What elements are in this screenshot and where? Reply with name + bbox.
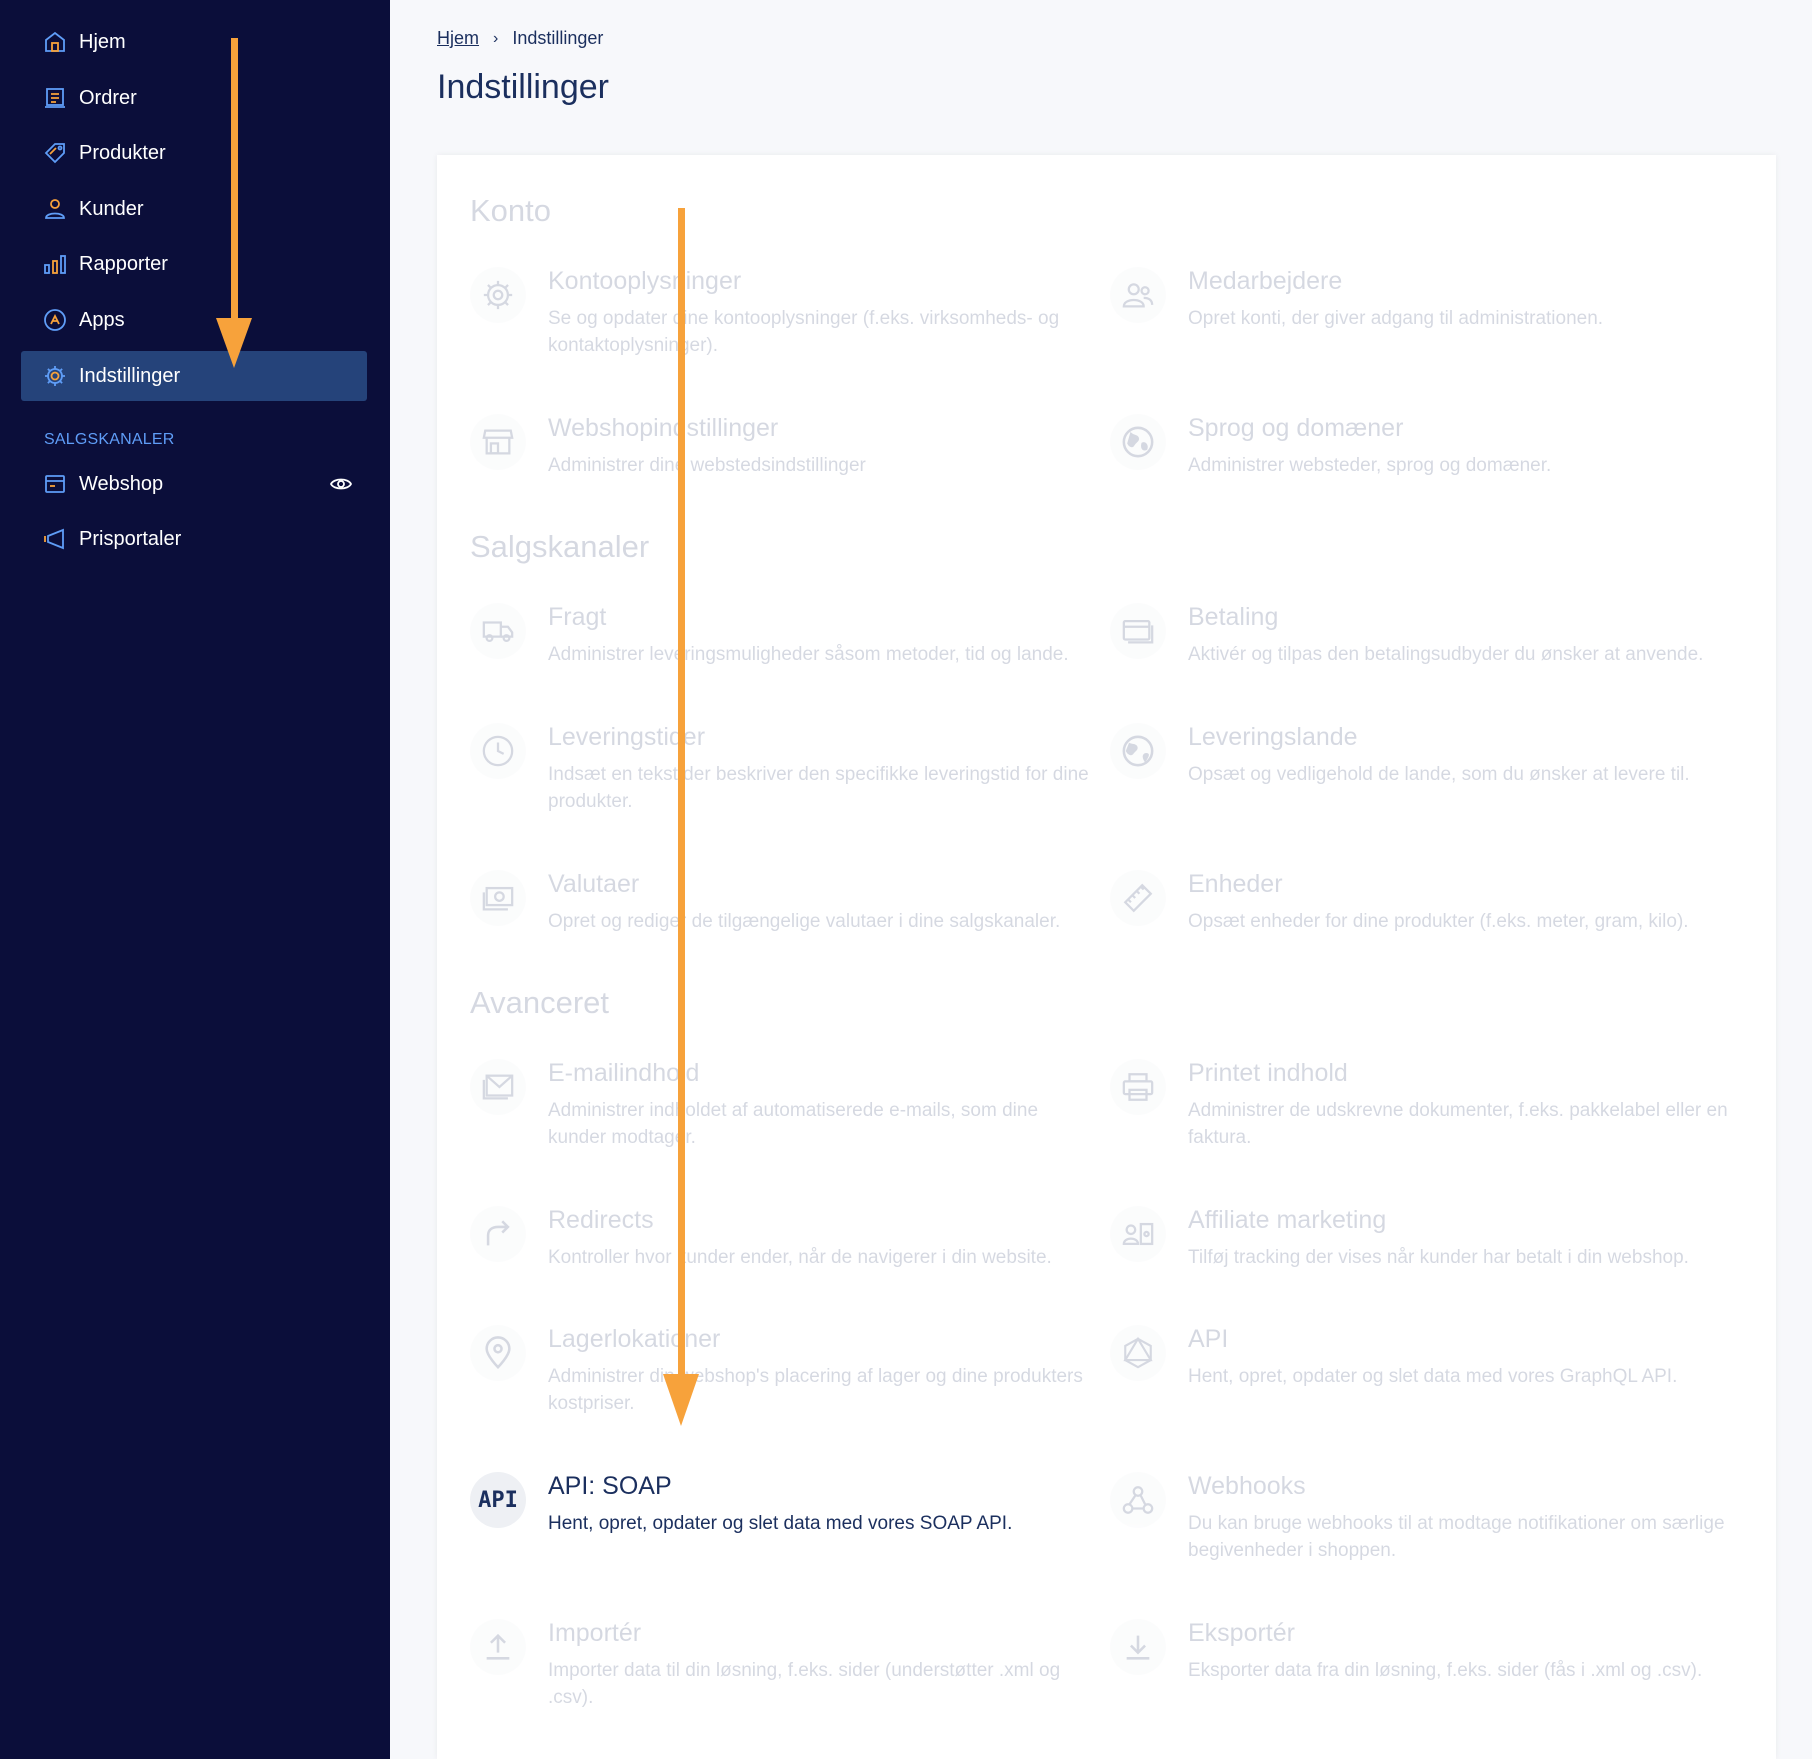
sidebar-item-hjem[interactable]: Hjem: [21, 17, 367, 67]
item-title: Fragt: [548, 603, 607, 631]
item-description: Indsæt en tekst der beskriver den specif…: [548, 764, 1089, 812]
sidebar-item-label: Webshop: [79, 472, 164, 495]
annotation-arrow-sidebar: [216, 38, 252, 368]
section-title-avanceret: Avanceret: [470, 985, 610, 1020]
item-title: Valutaer: [548, 870, 640, 898]
affiliate-icon: [1110, 1206, 1166, 1262]
item-description: Administrer leveringsmuligheder såsom me…: [548, 644, 1069, 665]
sidebar-section-label: SALGSKANALER: [44, 431, 175, 448]
megaphone-icon: [43, 527, 67, 551]
clock-icon: [470, 723, 526, 779]
store-icon: [470, 414, 526, 470]
truck-icon: [470, 603, 526, 659]
item-title: Sprog og domæner: [1188, 414, 1404, 442]
gear-icon: [43, 364, 67, 388]
sidebar-item-produkter[interactable]: Produkter: [21, 128, 367, 178]
sidebar-item-kunder[interactable]: Kunder: [21, 184, 367, 234]
printer-icon: [1110, 1059, 1166, 1115]
sidebar-item-label: Produkter: [79, 141, 166, 164]
card-icon: [1110, 603, 1166, 659]
redirect-icon: [470, 1206, 526, 1262]
sidebar-item-webshop[interactable]: Webshop: [21, 459, 367, 509]
item-title: Enheder: [1188, 870, 1283, 898]
item-title: Eksportér: [1188, 1619, 1295, 1647]
webshop-icon: [43, 472, 67, 496]
globe-icon: [1110, 414, 1166, 470]
sidebar-item-apps[interactable]: Apps: [21, 295, 367, 345]
item-title: API: [1188, 1325, 1229, 1353]
sidebar-item-indstillinger[interactable]: Indstillinger: [21, 351, 367, 401]
page-title: Indstillinger: [437, 68, 609, 106]
api-icon: API: [470, 1472, 526, 1528]
item-description: Tilføj tracking der vises når kunder har…: [1188, 1247, 1689, 1268]
sidebar-item-rapporter[interactable]: Rapporter: [21, 239, 367, 289]
item-description: Opsæt og vedligehold de lande, som du øn…: [1188, 764, 1690, 785]
globe-location-icon: [1110, 723, 1166, 779]
breadcrumb-home-link[interactable]: Hjem: [437, 28, 479, 49]
apps-icon: [43, 308, 67, 332]
sidebar: Hjem Ordrer Produkter Kunder Rapporter A…: [0, 0, 390, 1759]
sidebar-item-label: Rapporter: [79, 252, 168, 275]
sidebar-item-label: Apps: [79, 308, 125, 331]
eye-icon[interactable]: [329, 472, 353, 496]
item-title: Kontooplysninger: [548, 267, 742, 295]
sidebar-item-label: Ordrer: [79, 86, 137, 109]
annotation-arrow-content: [663, 208, 699, 1426]
item-description: Eksporter data fra din løsning, f.eks. s…: [1188, 1660, 1703, 1681]
item-title: Printet indhold: [1188, 1059, 1348, 1087]
money-icon: [470, 870, 526, 926]
orders-icon: [43, 86, 67, 110]
item-title: Webhooks: [1188, 1472, 1306, 1500]
bar-chart-icon: [43, 252, 67, 276]
breadcrumb: Hjem › Indstillinger: [437, 28, 603, 49]
item-description: Kontroller hvor kunder ender, når de nav…: [548, 1247, 1052, 1268]
home-icon: [43, 30, 67, 54]
section-title-salgskanaler: Salgskanaler: [470, 529, 650, 564]
download-icon: [1110, 1619, 1166, 1675]
upload-icon: [470, 1619, 526, 1675]
item-description: Administrer websteder, sprog og domæner.: [1188, 455, 1552, 476]
item-description: Administrer indholdet af automatiserede …: [548, 1100, 1039, 1148]
item-description: Opret og rediger de tilgængelige valutae…: [548, 911, 1061, 932]
item-description: Aktivér og tilpas den betalingsudbyder d…: [1188, 644, 1704, 665]
sidebar-item-label: Indstillinger: [79, 364, 181, 387]
item-title: Importér: [548, 1619, 642, 1647]
item-title: Leveringslande: [1188, 723, 1358, 751]
item-description: Se og opdater dine kontooplysninger (f.e…: [548, 308, 1060, 356]
users-icon: [1110, 267, 1166, 323]
section-title-konto: Konto: [470, 193, 552, 228]
item-description: Administrer de udskrevne dokumenter, f.e…: [1188, 1100, 1728, 1148]
item-title: Medarbejdere: [1188, 267, 1343, 295]
ruler-icon: [1110, 870, 1166, 926]
item-description: Opsæt enheder for dine produkter (f.eks.…: [1188, 911, 1689, 932]
item-description: Importer data til din løsning, f.eks. si…: [548, 1660, 1061, 1708]
sidebar-item-label: Kunder: [79, 197, 144, 220]
webhook-icon: [1110, 1472, 1166, 1528]
item-title: API: SOAP: [548, 1472, 672, 1500]
item-description: Hent, opret, opdater og slet data med vo…: [548, 1513, 1013, 1534]
api-icon-text: API: [478, 1487, 518, 1513]
item-title: Betaling: [1188, 603, 1279, 631]
tag-icon: [43, 141, 67, 165]
gear-icon: [470, 267, 526, 323]
breadcrumb-current: Indstillinger: [512, 28, 604, 48]
user-icon: [43, 197, 67, 221]
chevron-right-icon: ›: [493, 29, 499, 47]
graphql-icon: [1110, 1325, 1166, 1381]
sidebar-item-label: Hjem: [79, 30, 126, 53]
item-title: Redirects: [548, 1206, 654, 1234]
mail-icon: [470, 1059, 526, 1115]
location-pin-icon: [470, 1325, 526, 1381]
item-description: Administrer din webshop's placering af l…: [548, 1366, 1083, 1414]
item-title: Affiliate marketing: [1188, 1206, 1387, 1234]
sidebar-item-prisportaler[interactable]: Prisportaler: [21, 514, 367, 564]
settings-card: Konto Kontooplysninger Se og opdater din…: [437, 155, 1776, 1759]
sidebar-item-label: Prisportaler: [79, 527, 182, 550]
item-description: Administrer dine webstedsindstillinger: [548, 455, 866, 476]
item-description: Du kan bruge webhooks til at modtage not…: [1188, 1513, 1725, 1561]
sidebar-item-ordrer[interactable]: Ordrer: [21, 73, 367, 123]
item-description: Opret konti, der giver adgang til admini…: [1188, 308, 1604, 329]
item-description: Hent, opret, opdater og slet data med vo…: [1188, 1366, 1678, 1387]
